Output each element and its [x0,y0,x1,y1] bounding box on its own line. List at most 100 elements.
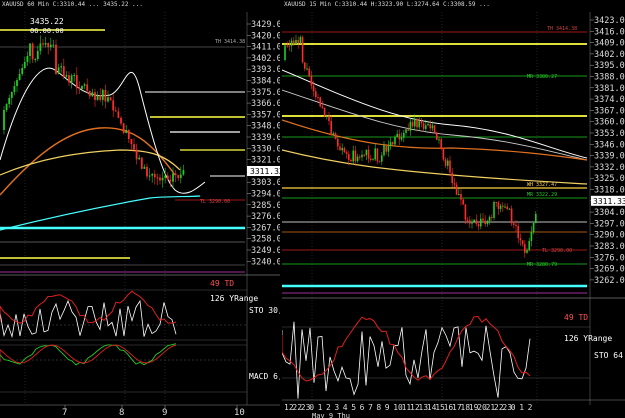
right-candle [491,216,493,218]
left-candle [127,130,130,140]
right-level-note-6: MR 3280.79 [527,262,557,268]
right-price-label: 3423.00 [594,16,625,26]
right-ma-white-2 [282,89,588,161]
right-candle [356,156,359,161]
right-candle [427,124,429,126]
left-candle [182,170,185,175]
right-level-note-4: MR 3322.29 [527,192,557,198]
right-candle [453,183,456,185]
left-candle [179,174,182,179]
left-chart[interactable]: 3429.003420.00 3411.003402.003393.00 3384.… [0,0,280,418]
right-candle [411,121,414,127]
right-level-note-2: MR 3380.27 [527,74,557,80]
left-candle [166,175,169,180]
right-candle [400,137,403,140]
right-candle [396,133,398,137]
left-candle [114,110,117,112]
right-level-note-1: TH 3414.38 [547,26,577,32]
right-candle [502,205,504,207]
right-candle [284,45,286,60]
left-candle [91,92,94,97]
right-candle [326,116,328,118]
left-49td-label: 49 TD [210,279,234,288]
right-candle [517,226,519,239]
left-macd-signal [0,344,177,364]
left-level-note: TH 3414.38 [215,39,245,45]
right-time-label: 0 [511,403,516,412]
right-candle [484,220,486,225]
right-time-label: 1 [519,403,524,412]
right-candle [451,172,453,184]
left-candle [13,86,16,92]
right-candle [297,39,299,43]
right-time-label: 8 [376,403,381,412]
left-price-label: 3357.00 [251,110,280,120]
left-candle [151,173,154,176]
right-candle [343,148,346,153]
right-candle [332,133,335,136]
right-candle [389,142,392,146]
left-chart-header: XAUUSD 60 Min C:3310.44 ... 3435.22 ... [2,1,143,8]
right-candle [348,154,350,160]
left-candle [159,177,161,181]
left-candle [8,98,11,104]
right-candle [334,133,337,139]
left-candle [140,157,143,169]
right-candle [330,121,332,136]
left-candle [78,87,81,89]
right-candle [488,216,491,221]
right-price-label: 3283.00 [594,242,625,252]
left-candle [34,59,37,61]
right-candle [471,221,473,224]
left-price-label: 3294.00 [251,190,280,200]
right-chart-canvas[interactable]: 3423.003416.00 3409.003402.003395.00 3388.… [282,0,625,418]
right-candle [376,148,379,162]
right-49td-label: 49 TD [564,313,588,322]
right-candle [315,91,317,98]
right-price-label: 3346.00 [594,140,625,150]
left-candle [135,149,138,160]
right-time-label: 0 [309,403,314,412]
right-candle [477,224,480,227]
right-candle [416,118,418,128]
left-sto-label: STO 30, [249,306,280,315]
right-candle [418,121,420,128]
right-candle [482,218,484,221]
left-candle [122,123,125,133]
right-chart[interactable]: 3423.003416.00 3409.003402.003395.00 3388.… [282,0,625,418]
left-candle [62,66,65,77]
left-candle [5,104,8,110]
right-candle [532,223,535,232]
right-candle [519,238,522,241]
right-candle [308,68,310,77]
right-candle [409,121,412,131]
right-sto-k [282,321,531,399]
right-candle [359,156,361,158]
right-candle [405,129,407,133]
left-candle [57,67,60,74]
right-candle [462,199,464,205]
left-price-label: 3366.00 [251,99,280,109]
right-price-label: 3304.00 [594,208,625,218]
right-price-label: 3318.00 [594,186,625,196]
left-candle [88,90,91,97]
right-candle [528,241,530,250]
right-candle [407,129,409,131]
right-price-label: 3416.00 [594,27,625,37]
right-candle [341,148,343,151]
right-candle [378,161,381,163]
right-sto-label: STO 64 [594,351,623,360]
left-candle [18,74,21,80]
left-ma-yellow [0,149,181,176]
right-candle [312,85,315,92]
left-price-label: 3420.00 [251,31,280,41]
left-candle [26,56,29,62]
left-chart-canvas[interactable]: 3429.003420.00 3411.003402.003393.00 3384.… [0,0,280,418]
right-candle [524,244,526,253]
right-candle [363,154,365,156]
left-candle [60,66,63,68]
right-candle [286,45,288,47]
left-candle [99,95,102,100]
left-candle [3,110,5,130]
right-time-label: 3 [334,403,339,412]
